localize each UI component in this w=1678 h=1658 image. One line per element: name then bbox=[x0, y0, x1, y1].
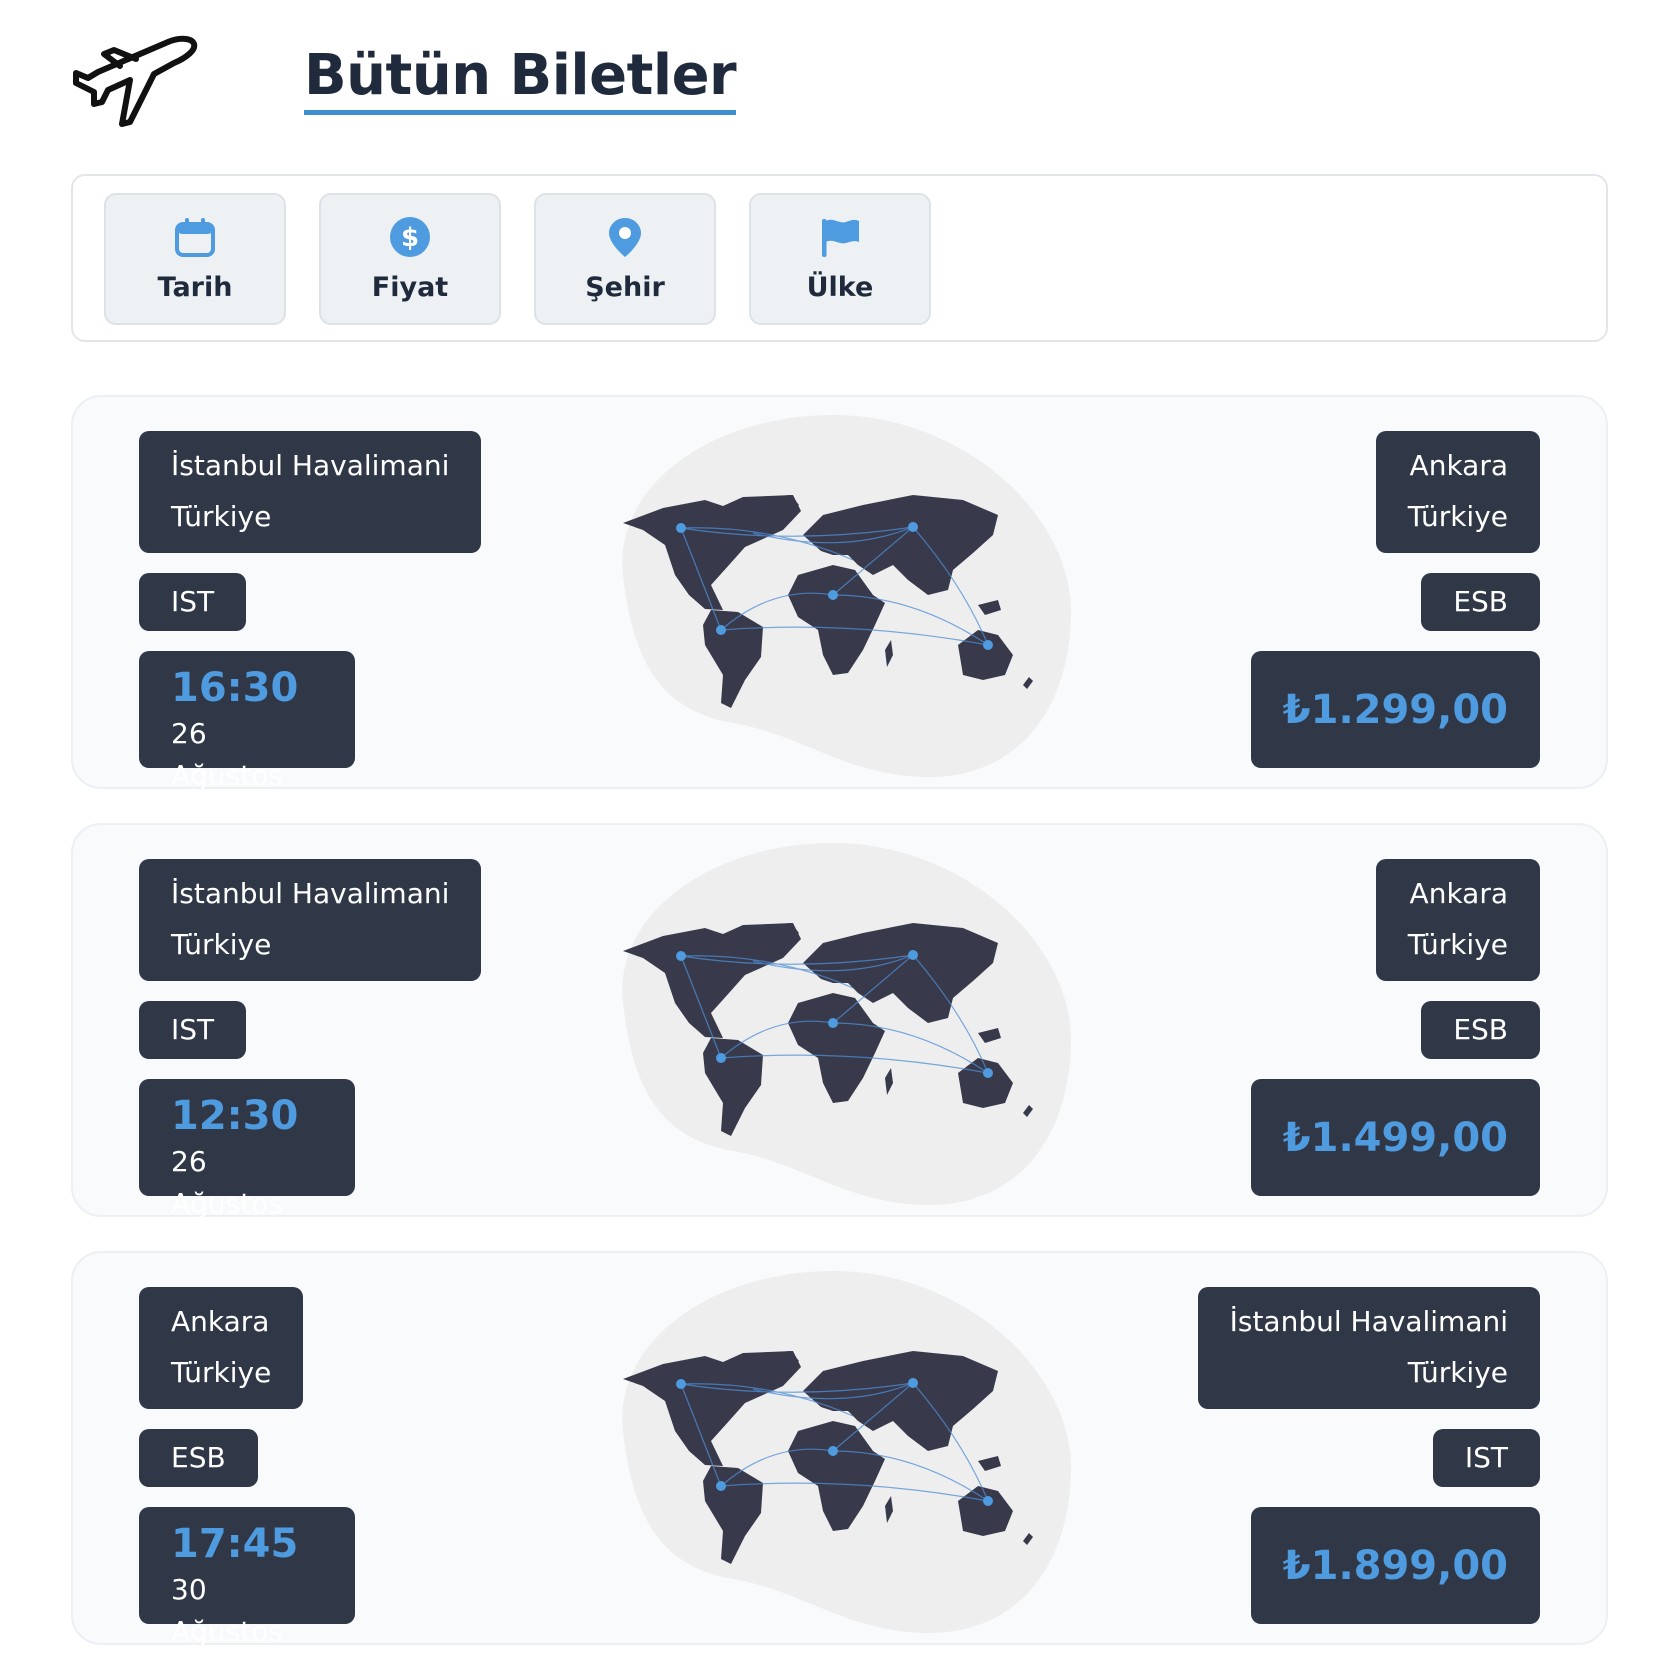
arrival-airport: İstanbul Havalimani bbox=[1229, 1305, 1508, 1338]
arrival-code: ESB bbox=[1421, 1001, 1540, 1059]
departure-info: Ankara Türkiye ESB 17:45 30 Ağustos bbox=[139, 1287, 355, 1648]
departure-time-box: 12:30 26 Ağustos bbox=[139, 1079, 355, 1220]
calendar-icon bbox=[174, 216, 216, 258]
arrival-country: Türkiye bbox=[1407, 500, 1508, 533]
departure-location: İstanbul Havalimani Türkiye bbox=[139, 431, 482, 553]
ticket-card[interactable]: Ankara Türkiye ESB 17:45 30 Ağustos İsta… bbox=[71, 1251, 1608, 1648]
svg-text:$: $ bbox=[401, 223, 419, 253]
filter-country-button[interactable]: Ülke bbox=[749, 193, 931, 325]
departure-date: 30 Ağustos bbox=[171, 1573, 283, 1648]
arrival-country: Türkiye bbox=[1407, 928, 1508, 961]
departure-code: ESB bbox=[139, 1429, 258, 1487]
airplane-icon bbox=[73, 35, 198, 127]
departure-date: 26 Ağustos bbox=[171, 1145, 283, 1220]
page-title: Bütün Biletler bbox=[304, 45, 737, 116]
departure-time: 12:30 bbox=[171, 1093, 299, 1139]
map-pin-icon bbox=[604, 216, 646, 258]
arrival-location: Ankara Türkiye bbox=[1375, 859, 1540, 981]
filter-label: Ülke bbox=[806, 271, 874, 303]
departure-date: 26 Ağustos bbox=[171, 717, 283, 792]
filter-bar: Tarih $ Fiyat Şehir Ülke bbox=[71, 174, 1608, 342]
world-map-icon bbox=[622, 415, 1072, 778]
arrival-info: Ankara Türkiye ESB ₺1.299,00 bbox=[1250, 431, 1540, 768]
filter-date-button[interactable]: Tarih bbox=[104, 193, 286, 325]
departure-time-box: 17:45 30 Ağustos bbox=[139, 1507, 355, 1648]
departure-code: IST bbox=[139, 1001, 247, 1059]
departure-time: 16:30 bbox=[171, 665, 299, 711]
arrival-info: İstanbul Havalimani Türkiye IST ₺1.899,0… bbox=[1197, 1287, 1540, 1624]
departure-time-box: 16:30 26 Ağustos bbox=[139, 651, 355, 792]
arrival-airport: Ankara bbox=[1409, 449, 1508, 482]
departure-airport: Ankara bbox=[171, 1305, 270, 1338]
departure-info: İstanbul Havalimani Türkiye IST 16:30 26… bbox=[139, 431, 482, 792]
departure-info: İstanbul Havalimani Türkiye IST 12:30 26… bbox=[139, 859, 482, 1220]
ticket-price: ₺1.899,00 bbox=[1250, 1507, 1540, 1624]
arrival-code: ESB bbox=[1421, 573, 1540, 631]
departure-time: 17:45 bbox=[171, 1521, 299, 1567]
ticket-price: ₺1.499,00 bbox=[1250, 1079, 1540, 1196]
departure-airport: İstanbul Havalimani bbox=[171, 877, 450, 910]
dollar-icon: $ bbox=[389, 216, 431, 258]
departure-airport: İstanbul Havalimani bbox=[171, 449, 450, 482]
departure-country: Türkiye bbox=[171, 928, 272, 961]
world-map-icon bbox=[622, 843, 1072, 1206]
arrival-location: Ankara Türkiye bbox=[1375, 431, 1540, 553]
filter-label: Şehir bbox=[585, 271, 665, 303]
departure-code: IST bbox=[139, 573, 247, 631]
world-map-icon bbox=[622, 1271, 1072, 1634]
page-header: Bütün Biletler bbox=[70, 30, 737, 130]
arrival-code: IST bbox=[1432, 1429, 1540, 1487]
filter-city-button[interactable]: Şehir bbox=[534, 193, 716, 325]
filter-price-button[interactable]: $ Fiyat bbox=[319, 193, 501, 325]
arrival-airport: Ankara bbox=[1409, 877, 1508, 910]
departure-country: Türkiye bbox=[171, 500, 272, 533]
ticket-price: ₺1.299,00 bbox=[1250, 651, 1540, 768]
filter-label: Tarih bbox=[157, 271, 233, 303]
flag-icon bbox=[819, 216, 861, 258]
departure-location: Ankara Türkiye bbox=[139, 1287, 304, 1409]
departure-location: İstanbul Havalimani Türkiye bbox=[139, 859, 482, 981]
arrival-info: Ankara Türkiye ESB ₺1.499,00 bbox=[1250, 859, 1540, 1196]
arrival-country: Türkiye bbox=[1407, 1356, 1508, 1389]
departure-country: Türkiye bbox=[171, 1356, 272, 1389]
filter-label: Fiyat bbox=[371, 271, 449, 303]
arrival-location: İstanbul Havalimani Türkiye bbox=[1197, 1287, 1540, 1409]
ticket-card[interactable]: İstanbul Havalimani Türkiye IST 16:30 26… bbox=[71, 395, 1608, 792]
ticket-card[interactable]: İstanbul Havalimani Türkiye IST 12:30 26… bbox=[71, 823, 1608, 1220]
